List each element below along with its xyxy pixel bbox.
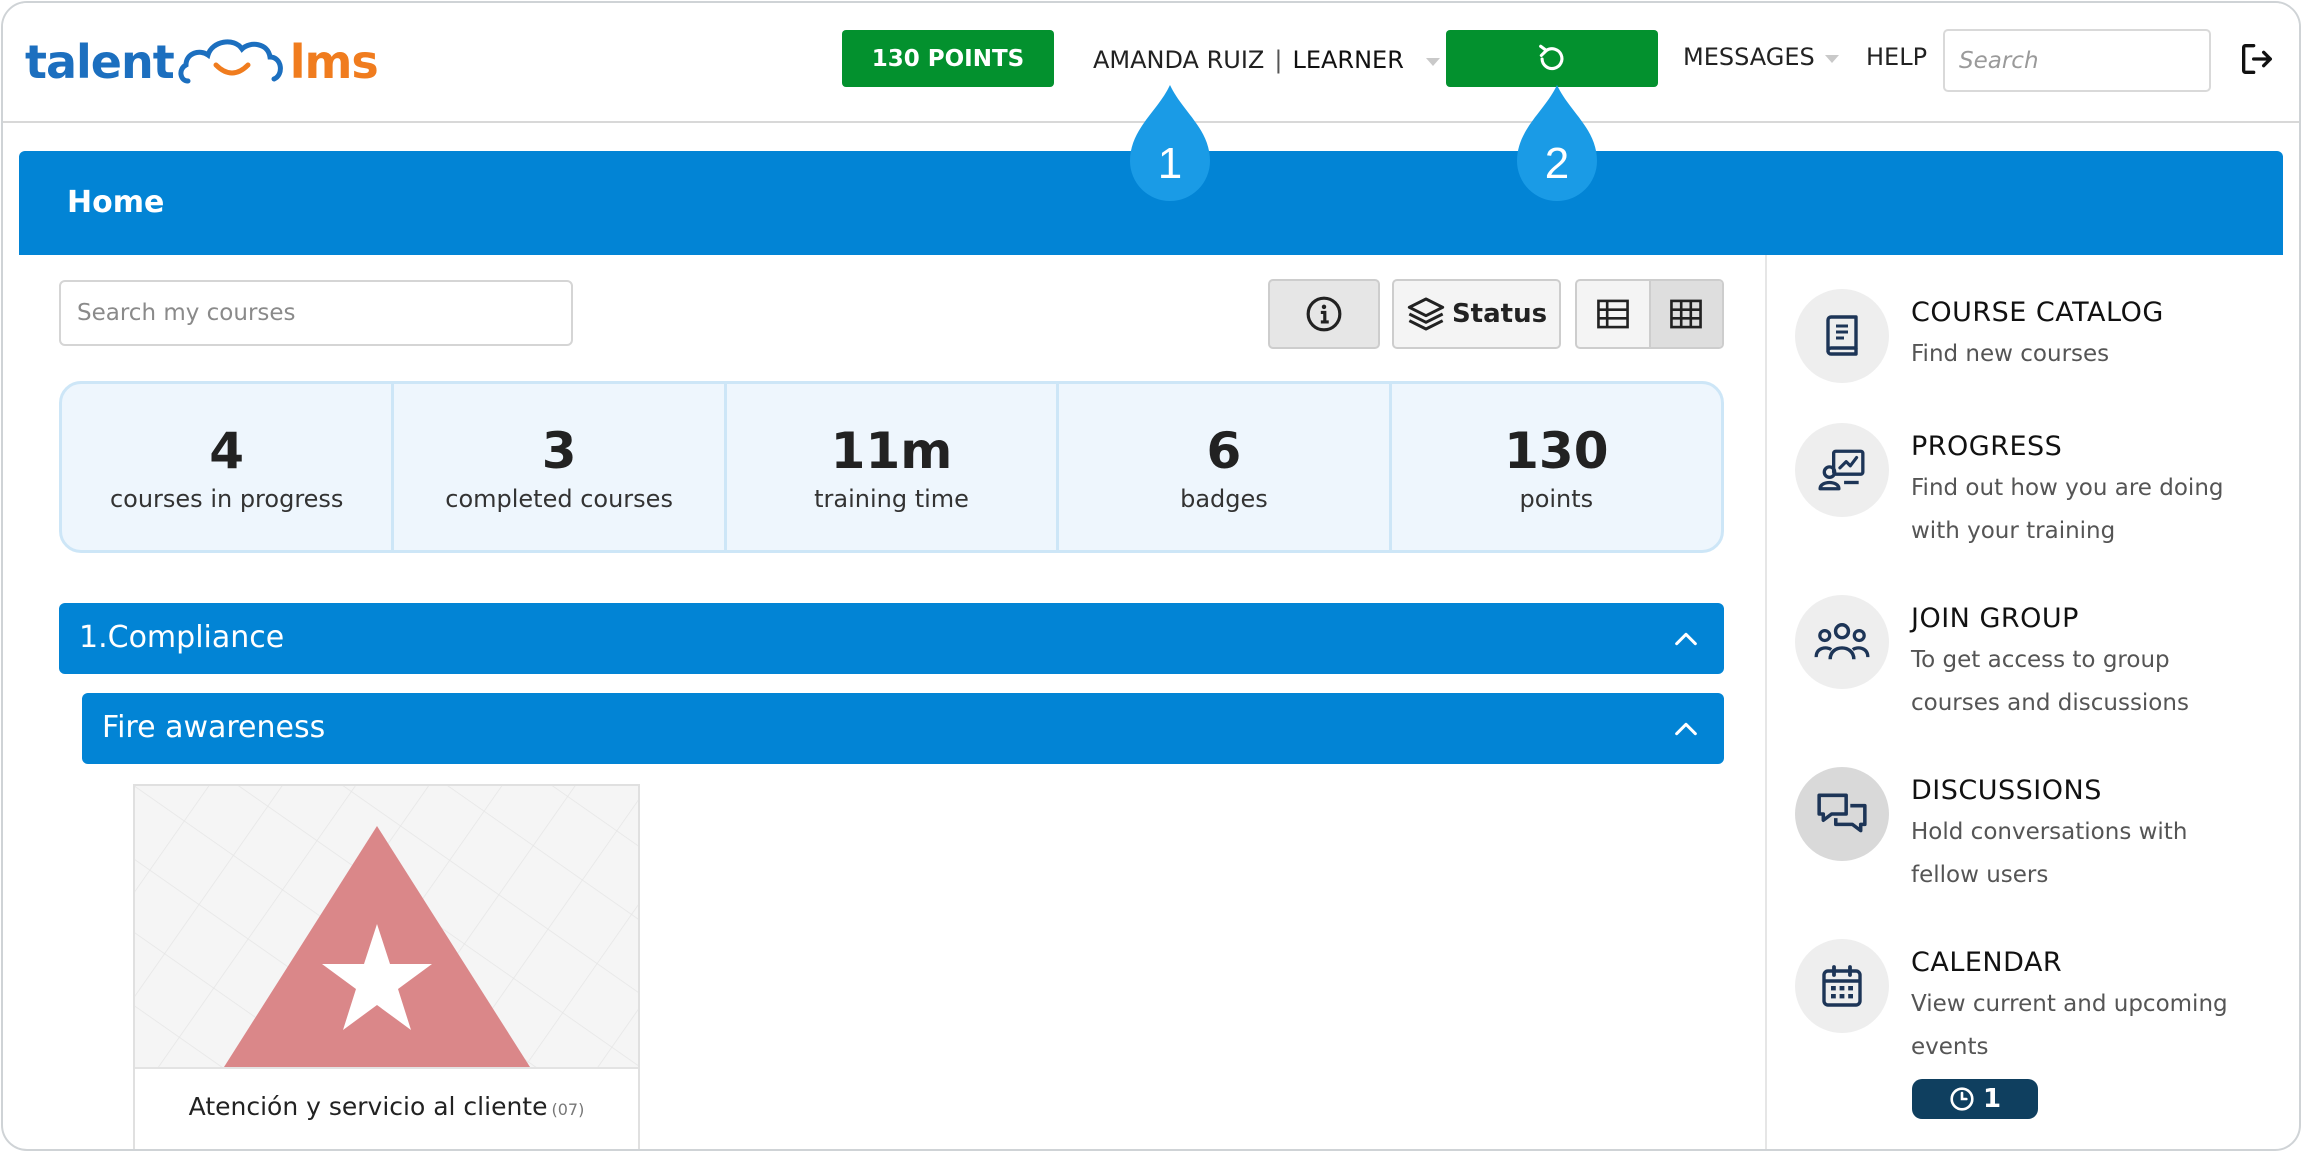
course-catalog-desc: Find new courses bbox=[1911, 341, 2110, 367]
stat-label: training time bbox=[814, 485, 969, 513]
logo-text-lms: lms bbox=[289, 35, 379, 89]
help-link[interactable]: HELP bbox=[1866, 43, 1927, 71]
warning-triangle-star-image bbox=[135, 786, 638, 1067]
join-group-icon-circle[interactable] bbox=[1795, 595, 1889, 689]
stat-label: courses in progress bbox=[109, 485, 344, 513]
messages-menu[interactable]: MESSAGES bbox=[1683, 43, 1839, 71]
course-code: (07) bbox=[551, 1100, 585, 1119]
chevron-down-icon bbox=[1425, 58, 1440, 66]
global-search-input[interactable] bbox=[1943, 29, 2211, 92]
stat-badges: 6 badges bbox=[1056, 384, 1388, 550]
status-filter-button[interactable]: Status bbox=[1392, 279, 1561, 349]
course-search-input[interactable] bbox=[59, 280, 573, 346]
stat-training-time: 11m training time bbox=[723, 384, 1056, 550]
list-view-icon bbox=[1596, 299, 1629, 329]
stat-label: points bbox=[1519, 485, 1594, 513]
stat-label: completed courses bbox=[445, 485, 673, 513]
info-toggle-button[interactable] bbox=[1268, 279, 1380, 349]
progress-link[interactable]: PROGRESS bbox=[1911, 431, 2062, 462]
view-switcher bbox=[1575, 279, 1724, 349]
logo-text-talent: talent bbox=[25, 35, 175, 89]
clock-icon bbox=[1950, 1087, 1974, 1111]
reset-button[interactable] bbox=[1446, 30, 1658, 87]
upcoming-events-count: 1 bbox=[1982, 1084, 2002, 1114]
messages-label: MESSAGES bbox=[1683, 43, 1815, 71]
points-button[interactable]: 130 POINTS bbox=[842, 30, 1054, 87]
progress-chart-icon bbox=[1818, 449, 1865, 491]
stat-value: 4 bbox=[209, 422, 245, 480]
status-filter-label: Status bbox=[1451, 299, 1548, 329]
app-window: talent lms 130 POINTS AMANDA RUIZ | LEAR… bbox=[1, 1, 2301, 1151]
discussions-icon-circle[interactable] bbox=[1795, 767, 1889, 861]
chevron-up-icon bbox=[1675, 632, 1697, 646]
course-catalog-link[interactable]: COURSE CATALOG bbox=[1911, 297, 2164, 328]
user-role: LEARNER bbox=[1292, 46, 1404, 74]
user-name: AMANDA RUIZ bbox=[1093, 46, 1265, 74]
category-header-compliance[interactable]: 1.Compliance bbox=[59, 603, 1724, 674]
stat-value: 11m bbox=[830, 422, 953, 480]
refresh-icon bbox=[1539, 44, 1564, 70]
stat-points: 130 points bbox=[1388, 384, 1721, 550]
category-title: 1.Compliance bbox=[79, 620, 285, 655]
layers-icon bbox=[1407, 297, 1445, 331]
stat-completed-courses: 3 completed courses bbox=[391, 384, 723, 550]
list-view-button[interactable] bbox=[1577, 281, 1649, 347]
stats-panel: 4 courses in progress 3 completed course… bbox=[59, 381, 1724, 553]
page-title: Home bbox=[67, 185, 165, 220]
calendar-link[interactable]: CALENDAR bbox=[1911, 947, 2062, 978]
info-icon bbox=[1306, 296, 1342, 332]
course-title: Atención y servicio al cliente (07) bbox=[135, 1092, 638, 1121]
calendar-desc: View current and upcoming events bbox=[1911, 991, 2228, 1060]
course-thumbnail bbox=[135, 786, 638, 1069]
subcategory-title: Fire awareness bbox=[102, 710, 326, 745]
right-sidebar: COURSE CATALOG Find new courses PROGRESS… bbox=[1765, 255, 2299, 1149]
chat-bubbles-icon bbox=[1817, 793, 1867, 833]
chevron-up-icon bbox=[1675, 722, 1697, 736]
subcategory-header-fire-awareness[interactable]: Fire awareness bbox=[82, 693, 1724, 764]
stat-label: badges bbox=[1180, 485, 1268, 513]
cloud-smile-icon bbox=[178, 39, 283, 84]
stat-value: 6 bbox=[1206, 422, 1242, 480]
user-menu[interactable]: AMANDA RUIZ | LEARNER bbox=[1093, 43, 1440, 77]
discussions-link[interactable]: DISCUSSIONS bbox=[1911, 775, 2102, 806]
calendar-icon bbox=[1822, 965, 1862, 1007]
calendar-icon-circle[interactable] bbox=[1795, 939, 1889, 1033]
grid-view-icon bbox=[1670, 299, 1703, 329]
chevron-down-icon bbox=[1824, 55, 1839, 63]
upcoming-events-badge[interactable]: 1 bbox=[1912, 1079, 2038, 1119]
user-role-separator: | bbox=[1274, 46, 1283, 74]
logout-icon[interactable] bbox=[2237, 39, 2277, 79]
join-group-link[interactable]: JOIN GROUP bbox=[1911, 603, 2079, 634]
course-catalog-icon-circle[interactable] bbox=[1795, 289, 1889, 383]
callout-marker-2: 2 bbox=[1517, 85, 1597, 205]
stat-value: 3 bbox=[541, 422, 577, 480]
grid-view-button[interactable] bbox=[1648, 281, 1722, 347]
group-icon bbox=[1814, 623, 1870, 660]
discussions-desc: Hold conversations with fellow users bbox=[1911, 819, 2188, 888]
progress-desc: Find out how you are doing with your tra… bbox=[1911, 475, 2224, 544]
course-card[interactable]: Atención y servicio al cliente (07) bbox=[133, 784, 640, 1149]
talentlms-logo[interactable]: talent lms bbox=[25, 31, 379, 93]
progress-icon-circle[interactable] bbox=[1795, 423, 1889, 517]
book-icon bbox=[1826, 315, 1858, 356]
course-title-text: Atención y servicio al cliente bbox=[188, 1092, 548, 1121]
join-group-desc: To get access to group courses and discu… bbox=[1911, 647, 2189, 716]
stat-value: 130 bbox=[1504, 422, 1609, 480]
stat-courses-in-progress: 4 courses in progress bbox=[62, 384, 391, 550]
callout-marker-1: 1 bbox=[1130, 85, 1210, 205]
